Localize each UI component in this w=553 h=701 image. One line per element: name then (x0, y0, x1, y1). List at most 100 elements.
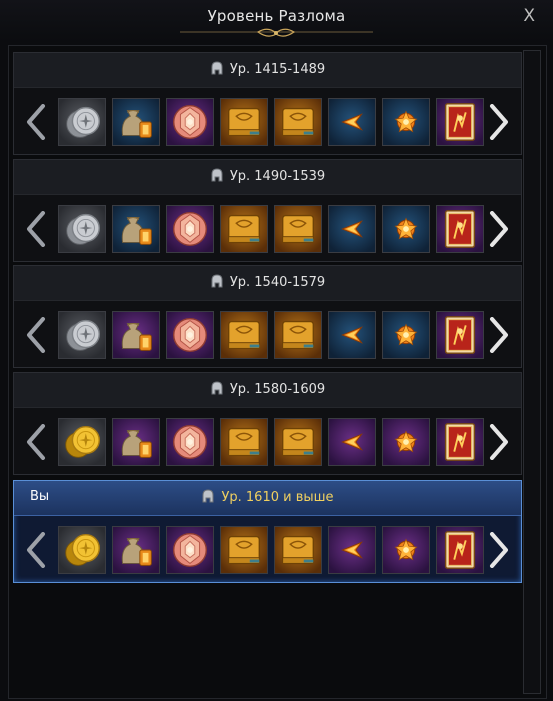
card-icon (444, 423, 476, 461)
skill-book-icon (281, 107, 315, 137)
scroll-right-arrow-icon[interactable] (488, 424, 510, 460)
scroll-left-arrow-icon[interactable] (25, 211, 47, 247)
helmet-icon (211, 274, 223, 288)
reward-slot[interactable] (112, 98, 160, 146)
loot-bag-icon (121, 430, 152, 458)
gold-coin-icon (65, 533, 100, 566)
fire-shard-icon (341, 326, 363, 344)
reward-slot[interactable] (274, 526, 322, 574)
reward-slot[interactable] (382, 311, 430, 359)
silver-coin-icon (66, 213, 100, 245)
card-icon (444, 531, 476, 569)
close-button[interactable]: X (523, 6, 535, 26)
reward-slot[interactable] (58, 311, 106, 359)
skill-book-icon (281, 535, 315, 565)
skill-book-icon (281, 214, 315, 244)
reward-slot[interactable] (436, 526, 484, 574)
reward-slot[interactable] (58, 205, 106, 253)
reward-slot[interactable] (328, 98, 376, 146)
reward-slot[interactable] (436, 98, 484, 146)
tier-level-range: Ур. 1415-1489 (14, 61, 521, 77)
scroll-left-arrow-icon[interactable] (25, 532, 47, 568)
tier-row-current: Вы Ур. 1610 и выше (13, 480, 522, 583)
reward-slot[interactable] (112, 418, 160, 466)
fire-shard-icon (341, 433, 363, 451)
scroll-right-arrow-icon[interactable] (488, 104, 510, 140)
scroll-right-arrow-icon[interactable] (488, 211, 510, 247)
reward-slot[interactable] (328, 205, 376, 253)
scroll-left-arrow-icon[interactable] (25, 424, 47, 460)
reward-slot[interactable] (58, 418, 106, 466)
gem-orb-icon (172, 532, 208, 568)
reward-slot[interactable] (220, 205, 268, 253)
reward-slot[interactable] (220, 418, 268, 466)
tier-row: Ур. 1580-1609 (13, 372, 522, 475)
tier-label: Ур. 1610 и выше (221, 490, 334, 505)
reward-slot[interactable] (166, 526, 214, 574)
reward-slot[interactable] (166, 205, 214, 253)
loot-bag-icon (121, 538, 152, 566)
gold-coin-icon (65, 425, 100, 458)
reward-slot[interactable] (436, 205, 484, 253)
fire-shard-icon (341, 220, 363, 238)
card-icon (444, 316, 476, 354)
scroll-right-arrow-icon[interactable] (488, 532, 510, 568)
reward-slot[interactable] (166, 418, 214, 466)
reward-slot[interactable] (382, 526, 430, 574)
window-title: Уровень Разлома (207, 7, 346, 25)
reward-slot[interactable] (58, 526, 106, 574)
title-ornament-icon (180, 28, 373, 37)
reward-slot[interactable] (436, 311, 484, 359)
reward-slot[interactable] (112, 205, 160, 253)
skill-book-icon (227, 535, 261, 565)
fire-crystal-icon (394, 430, 418, 453)
reward-slot[interactable] (328, 311, 376, 359)
loot-bag-icon (121, 323, 152, 351)
title-bar: Уровень Разлома X (0, 0, 553, 42)
scroll-left-arrow-icon[interactable] (25, 317, 47, 353)
scrollbar[interactable] (523, 50, 541, 694)
tier-label: Ур. 1415-1489 (229, 62, 326, 77)
fire-shard-icon (341, 541, 363, 559)
reward-slot[interactable] (382, 205, 430, 253)
reward-slot[interactable] (274, 205, 322, 253)
reward-slot[interactable] (436, 418, 484, 466)
reward-slot[interactable] (220, 311, 268, 359)
loot-bag-icon (121, 217, 152, 245)
scroll-left-arrow-icon[interactable] (25, 104, 47, 140)
skill-book-icon (227, 427, 261, 457)
card-icon (444, 210, 476, 248)
fire-shard-icon (341, 113, 363, 131)
tier-header: Вы Ур. 1610 и выше (14, 481, 521, 516)
reward-slot[interactable] (166, 98, 214, 146)
helmet-icon (211, 381, 223, 395)
reward-slot[interactable] (58, 98, 106, 146)
silver-coin-icon (66, 106, 100, 138)
reward-slot[interactable] (166, 311, 214, 359)
tier-level-range: Ур. 1610 и выше (14, 489, 521, 505)
gem-orb-icon (172, 104, 208, 140)
reward-slot[interactable] (382, 418, 430, 466)
tier-label: Ур. 1540-1579 (229, 275, 326, 290)
reward-slot[interactable] (112, 526, 160, 574)
reward-slot[interactable] (328, 418, 376, 466)
reward-slot[interactable] (274, 418, 322, 466)
helmet-icon (211, 61, 223, 75)
scroll-right-arrow-icon[interactable] (488, 317, 510, 353)
reward-slot[interactable] (220, 98, 268, 146)
reward-slot[interactable] (220, 526, 268, 574)
reward-slot[interactable] (112, 311, 160, 359)
tier-header: Ур. 1490-1539 (14, 160, 521, 195)
tier-header: Ур. 1580-1609 (14, 373, 521, 408)
tier-row: Ур. 1490-1539 (13, 159, 522, 262)
helmet-icon (202, 489, 214, 503)
skill-book-icon (227, 214, 261, 244)
tier-level-range: Ур. 1580-1609 (14, 381, 521, 397)
fire-crystal-icon (394, 110, 418, 133)
reward-slot[interactable] (274, 311, 322, 359)
tier-level-range: Ур. 1490-1539 (14, 168, 521, 184)
reward-slot[interactable] (382, 98, 430, 146)
skill-book-icon (281, 320, 315, 350)
reward-slot[interactable] (328, 526, 376, 574)
reward-slot[interactable] (274, 98, 322, 146)
